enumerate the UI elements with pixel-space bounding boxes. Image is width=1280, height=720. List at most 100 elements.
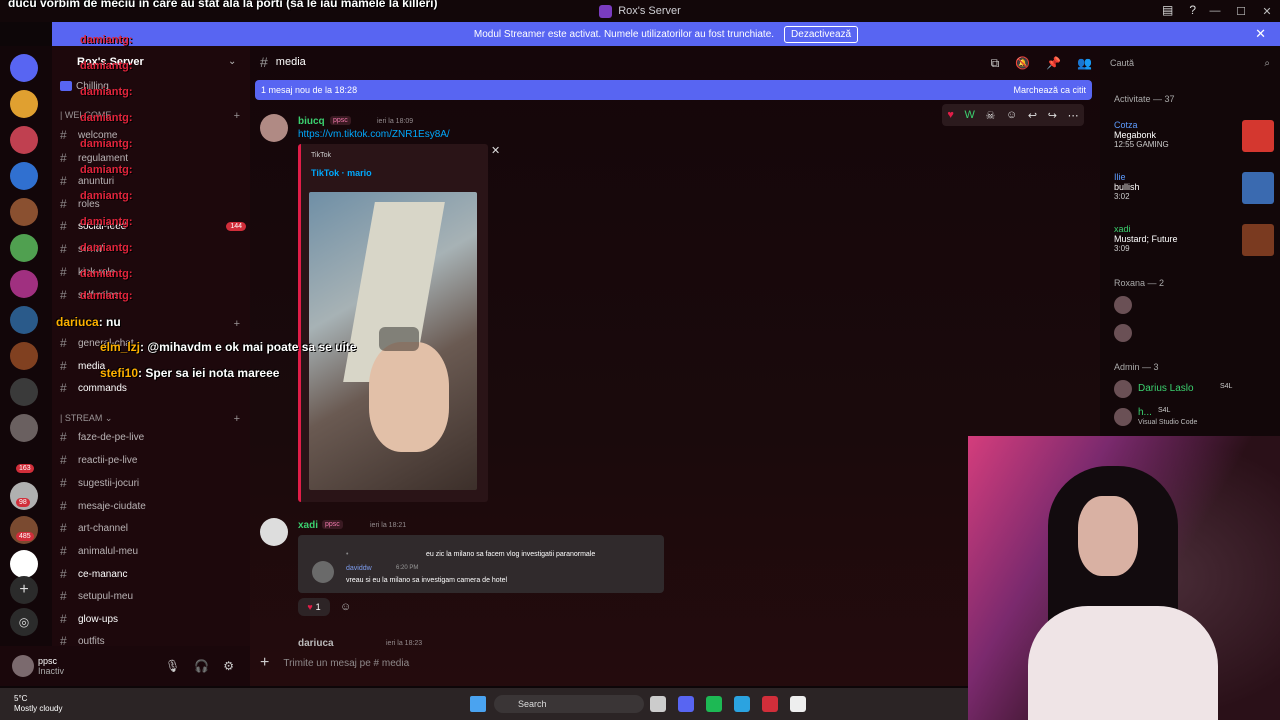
server-icon[interactable] xyxy=(10,378,38,406)
avatar[interactable] xyxy=(260,518,288,546)
video-thumbnail[interactable] xyxy=(309,192,477,490)
message-composer[interactable]: + Trimite un mesaj pe # media xyxy=(260,650,960,676)
maximize-button[interactable]: ☐ xyxy=(1228,5,1254,18)
server-icon[interactable] xyxy=(10,306,38,334)
category-stream[interactable]: | STREAM ⌄ + xyxy=(60,413,240,425)
channel-anunturi[interactable]: # anunturi xyxy=(60,171,246,191)
member-name[interactable]: h... xyxy=(1138,407,1152,418)
avatar[interactable] xyxy=(1114,408,1132,426)
avatar[interactable] xyxy=(1114,296,1132,314)
embed-title[interactable]: TikTok · mario xyxy=(311,168,372,178)
app-icon[interactable] xyxy=(762,696,778,712)
discover-icon[interactable]: ◎ xyxy=(10,608,38,636)
reply-icon[interactable]: ↩ xyxy=(1028,109,1037,122)
search-input[interactable]: Caută ⌕ xyxy=(1110,54,1270,72)
server-icon[interactable] xyxy=(10,126,38,154)
close-icon[interactable]: ✕ xyxy=(1255,26,1266,42)
minimize-button[interactable]: — xyxy=(1202,5,1228,17)
channel-sugestii-jocuri[interactable]: # sugestii-jocuri xyxy=(60,473,246,493)
activity-card[interactable]: xadi Mustard; Future 3:09 xyxy=(1114,224,1274,256)
avatar[interactable] xyxy=(1114,380,1132,398)
channel-kick-role[interactable]: # kick-role xyxy=(60,262,246,282)
channel-reactii-pe-live[interactable]: # reactii-pe-live xyxy=(60,450,246,470)
microphone-icon[interactable]: 🎙 xyxy=(165,659,180,673)
attach-plus-icon[interactable]: + xyxy=(260,654,269,672)
channel-commands[interactable]: # commands xyxy=(60,378,246,398)
channel-social-feed[interactable]: # social-feed 144 xyxy=(60,216,246,236)
avatar[interactable] xyxy=(12,655,34,677)
inbox-icon[interactable]: ▤ xyxy=(1162,3,1173,17)
channel-glow-ups[interactable]: # glow-ups xyxy=(60,609,246,629)
taskbar-search[interactable]: Search xyxy=(494,695,644,713)
forward-icon[interactable]: ↪ xyxy=(1048,109,1057,122)
message-author[interactable]: biucq xyxy=(298,116,325,127)
server-name[interactable]: Rox's Server xyxy=(77,56,144,68)
channel-roles[interactable]: # roles xyxy=(60,194,246,214)
disable-streamer-button[interactable]: Dezactivează xyxy=(784,25,859,43)
avatar[interactable] xyxy=(1114,324,1132,342)
settings-gear-icon[interactable]: ⚙ xyxy=(223,659,234,673)
message-author[interactable]: dariuca xyxy=(298,638,334,649)
avatar[interactable] xyxy=(260,114,288,142)
channel-general-chat[interactable]: # general-chat xyxy=(60,333,246,353)
add-channel-icon[interactable]: + xyxy=(234,110,240,122)
server-icon[interactable] xyxy=(10,234,38,262)
new-messages-bar[interactable]: 1 mesaj nou de la 18:28 Marchează ca cit… xyxy=(255,80,1092,100)
channel-mesaje-ciudate[interactable]: # mesaje-ciudate xyxy=(60,496,246,516)
channel-self-roles[interactable]: # self-roles xyxy=(60,285,246,305)
channel-media[interactable]: # media xyxy=(60,356,246,376)
chevron-down-icon[interactable]: ⌄ xyxy=(228,56,236,67)
pin-icon[interactable]: 📌 xyxy=(1046,56,1061,71)
server-icon[interactable] xyxy=(10,90,38,118)
threads-icon[interactable]: ⧉ xyxy=(991,56,1000,71)
discord-app-icon[interactable] xyxy=(678,696,694,712)
add-channel-icon[interactable]: + xyxy=(234,413,240,425)
add-reaction-icon[interactable]: ☺ xyxy=(1006,109,1017,121)
file-explorer-icon[interactable] xyxy=(650,696,666,712)
channel-ce-mananc[interactable]: # ce-mananc xyxy=(60,564,246,584)
notifications-icon[interactable]: 🔕 xyxy=(1015,56,1030,71)
category-general[interactable]: + xyxy=(60,318,240,330)
w-react-icon[interactable]: W xyxy=(964,109,974,121)
channel-art-channel[interactable]: # art-channel xyxy=(60,518,246,538)
play-icon[interactable] xyxy=(379,327,419,351)
home-icon[interactable] xyxy=(10,54,38,82)
close-window-button[interactable]: ✕ xyxy=(1254,5,1280,18)
edge-icon[interactable] xyxy=(734,696,750,712)
start-icon[interactable] xyxy=(470,696,486,712)
weather-widget[interactable]: 5°C Mostly cloudy xyxy=(14,694,62,714)
channel-faze-de-pe-live[interactable]: # faze-de-pe-live xyxy=(60,427,246,447)
skull-react-icon[interactable]: ☠ xyxy=(986,109,996,122)
channel-social[interactable]: # social xyxy=(60,239,246,259)
activity-card[interactable]: Cotza Megabonk 12:55 GAMING xyxy=(1114,120,1274,152)
close-embed-icon[interactable]: ✕ xyxy=(491,144,500,157)
server-icon[interactable] xyxy=(10,414,38,442)
heart-reaction[interactable]: ♥ 1 xyxy=(298,598,330,616)
mark-read-button[interactable]: Marchează ca citit xyxy=(1013,85,1086,95)
add-server-icon[interactable]: + xyxy=(10,576,38,604)
server-icon[interactable] xyxy=(10,270,38,298)
headphones-icon[interactable]: 🎧 xyxy=(194,659,209,673)
message-link[interactable]: https://vm.tiktok.com/ZNR1Esy8A/ xyxy=(298,129,450,140)
member-name[interactable]: Darius Laslo xyxy=(1138,383,1194,394)
add-reaction-icon[interactable]: ☺ xyxy=(340,601,351,613)
quoted-image[interactable]: • eu zic la milano sa facem vlog investi… xyxy=(298,535,664,593)
message-author[interactable]: xadi xyxy=(298,520,318,531)
more-icon[interactable]: ⋯ xyxy=(1068,109,1079,122)
category-welcome[interactable]: | WELCOME + xyxy=(60,110,240,122)
activity-card[interactable]: Ilie bullish 3:02 xyxy=(1114,172,1274,204)
server-icon[interactable] xyxy=(10,162,38,190)
help-icon[interactable]: ? xyxy=(1189,3,1196,17)
members-icon[interactable]: 👥 xyxy=(1077,56,1092,71)
channel-setupul-meu[interactable]: # setupul-meu xyxy=(60,586,246,606)
chrome-icon[interactable] xyxy=(790,696,806,712)
channel-welcome[interactable]: # welcome xyxy=(60,125,246,145)
heart-react-icon[interactable]: ♥ xyxy=(947,109,954,121)
channel-animalul-meu[interactable]: # animalul-meu xyxy=(60,541,246,561)
server-icon[interactable] xyxy=(10,198,38,226)
server-icon[interactable] xyxy=(10,342,38,370)
spotify-icon[interactable] xyxy=(706,696,722,712)
add-channel-icon[interactable]: + xyxy=(234,318,240,330)
server-icon[interactable] xyxy=(10,550,38,578)
channel-chilling[interactable]: Chilling xyxy=(60,76,246,96)
